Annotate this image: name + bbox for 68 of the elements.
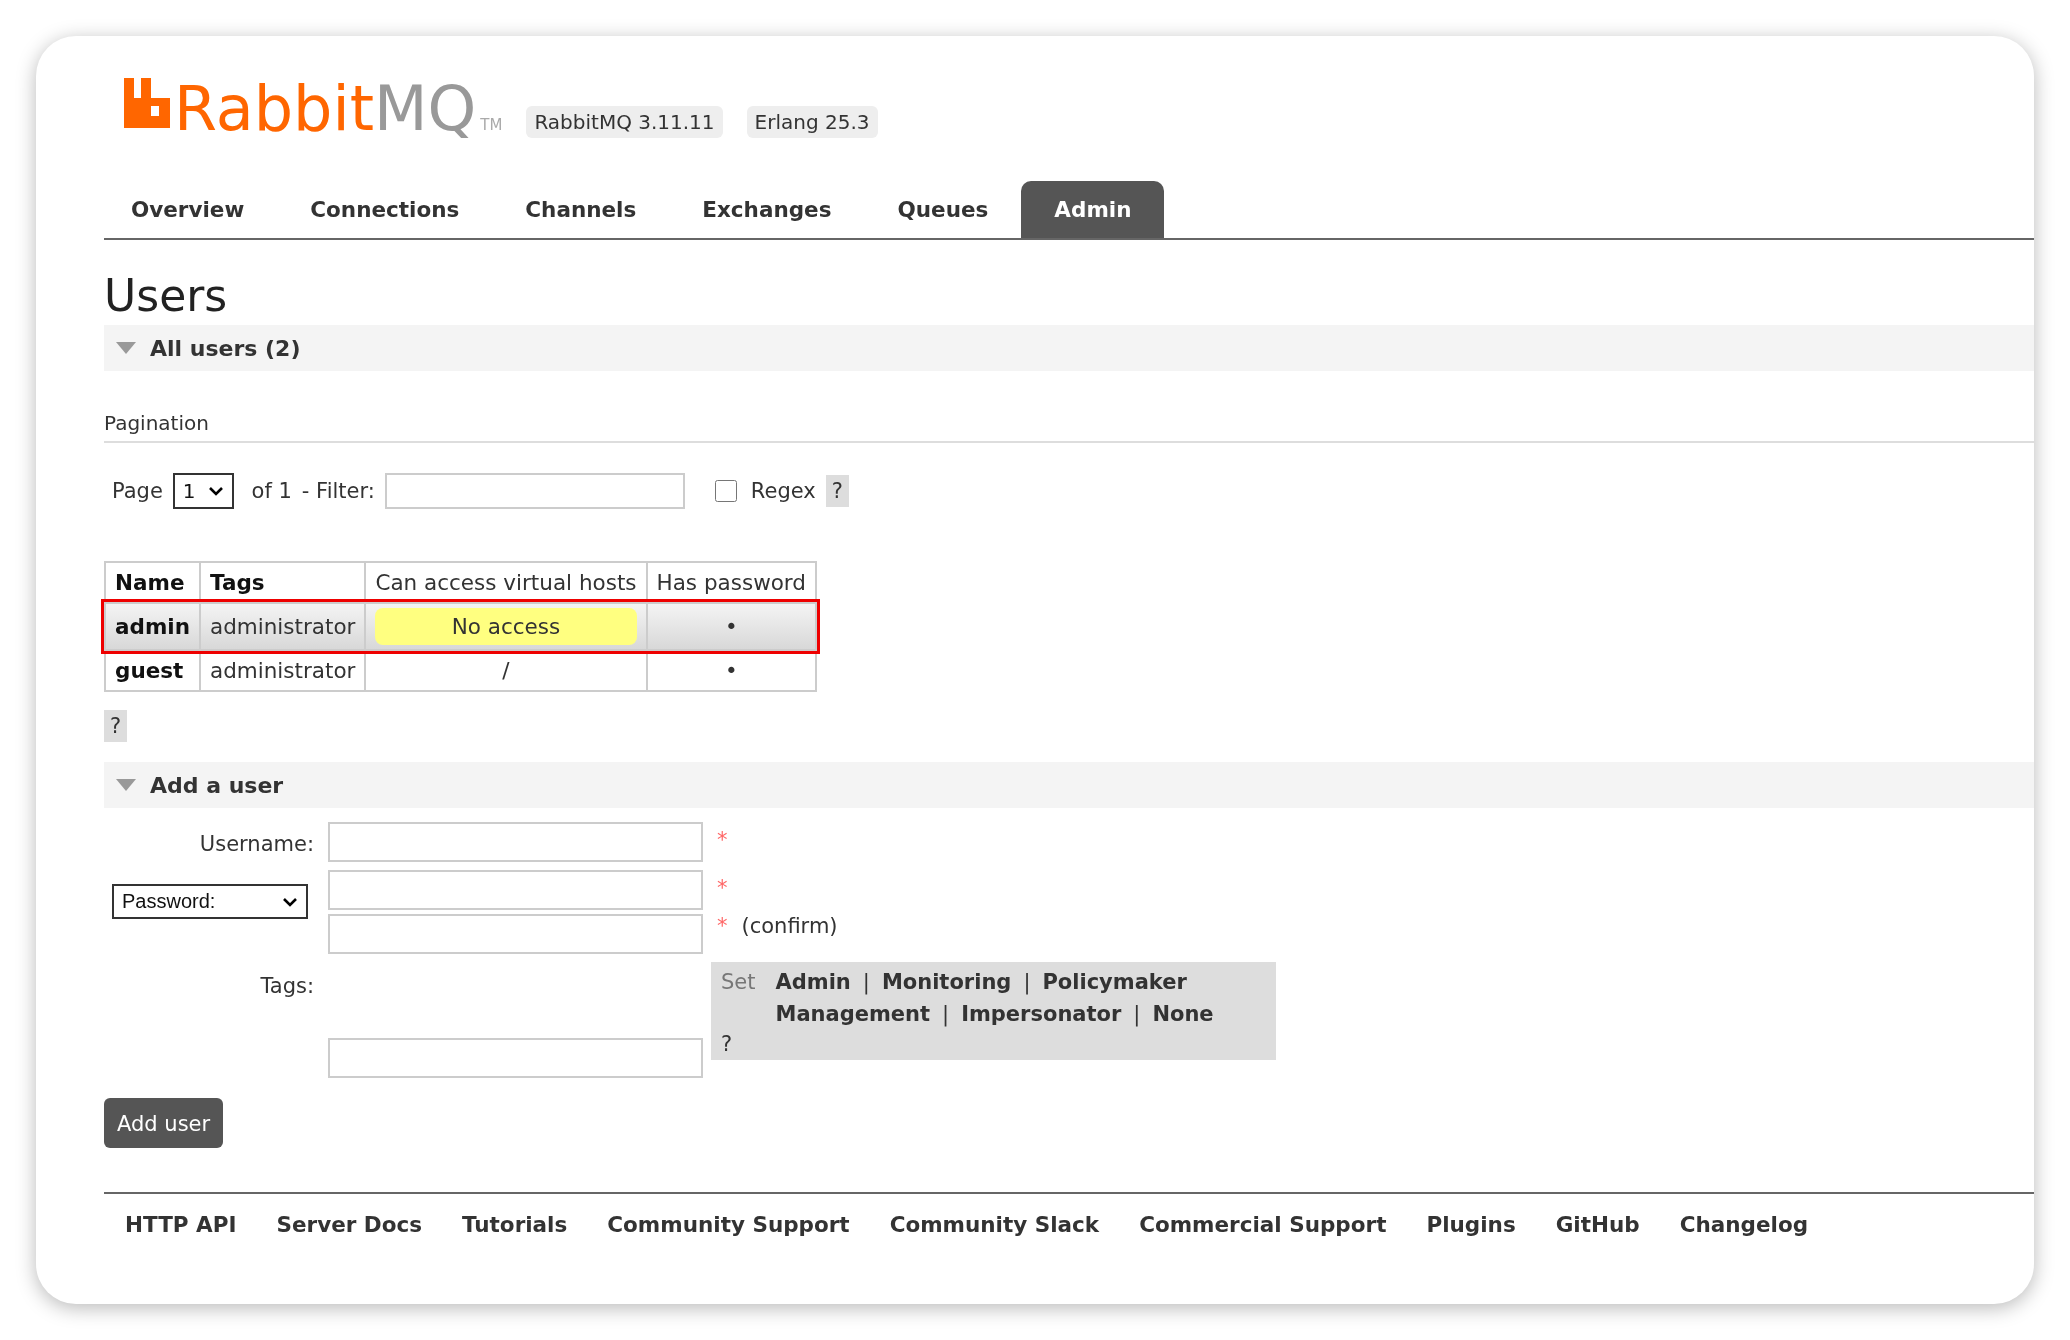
footer-link[interactable]: Community Slack	[889, 1212, 1100, 1237]
tags-cell: administrator	[200, 603, 366, 650]
required-mark: *	[717, 876, 729, 900]
logo-wordmark: Rabbit	[174, 78, 374, 140]
tag-link[interactable]: None	[1152, 1002, 1214, 1026]
footer-link[interactable]: Server Docs	[276, 1212, 422, 1237]
nav-tab[interactable]: Queues	[864, 197, 1022, 238]
nav-tab[interactable]: Channels	[492, 197, 670, 238]
page-label: Page	[112, 479, 163, 503]
version-badge: RabbitMQ 3.11.11	[526, 106, 723, 138]
footer-link[interactable]: Commercial Support	[1139, 1212, 1387, 1237]
separator: |	[862, 970, 870, 994]
section-title: Add a user	[150, 772, 284, 798]
tag-link[interactable]: Policymaker	[1042, 970, 1187, 994]
tag-link[interactable]: Impersonator	[961, 1002, 1122, 1026]
footer-link[interactable]: Changelog	[1679, 1212, 1809, 1237]
page-select[interactable]: 1	[172, 473, 234, 509]
footer-link[interactable]: Community Support	[607, 1212, 850, 1237]
version-badge: Erlang 25.3	[746, 106, 878, 138]
separator: |	[1133, 1002, 1141, 1026]
nav-tab[interactable]: Exchanges	[669, 197, 865, 238]
section-title: All users (2)	[150, 335, 301, 361]
chevron-icon	[282, 896, 298, 907]
help-link[interactable]: ?	[721, 1032, 1264, 1056]
password-cell: •	[646, 603, 816, 650]
regex-label: Regex	[750, 479, 816, 503]
footer-link[interactable]: GitHub	[1555, 1212, 1640, 1237]
nav-tab[interactable]: Connections	[277, 197, 493, 238]
column-header: Name	[105, 562, 200, 603]
tag-link[interactable]: Monitoring	[881, 970, 1012, 994]
section-header[interactable]: Add a user	[104, 762, 2034, 808]
filter-field[interactable]	[384, 473, 685, 509]
separator: |	[1023, 970, 1031, 994]
add-user-button[interactable]: Add user	[104, 1098, 224, 1148]
set-label: Set	[721, 970, 756, 996]
logo-wordmark-suffix: MQ	[373, 78, 477, 140]
page-title: Users	[104, 270, 229, 321]
rabbit-logo-icon	[124, 78, 170, 128]
confirm-note: (confirm)	[741, 914, 838, 938]
tags-label: Tags:	[260, 974, 314, 998]
no-access-badge: No access	[375, 608, 637, 645]
pagination-title: Pagination	[104, 411, 2034, 443]
tag-link[interactable]: Management	[775, 1002, 931, 1026]
trademark-mark: TM	[480, 116, 503, 134]
required-mark: *	[717, 828, 729, 852]
username-field[interactable]	[328, 822, 703, 862]
username-label: Username:	[199, 832, 314, 856]
nav-tab[interactable]: Overview	[104, 197, 278, 238]
confirm-password-field[interactable]	[328, 914, 703, 954]
tags-field[interactable]	[328, 1038, 703, 1078]
column-header: Can access virtual hosts	[365, 562, 647, 603]
help-button[interactable]: ?	[825, 475, 849, 507]
required-mark: *	[717, 914, 728, 938]
help-button[interactable]: ?	[104, 710, 128, 742]
footer-link[interactable]: Tutorials	[462, 1212, 568, 1237]
tag-link[interactable]: Admin	[775, 970, 851, 994]
nav-tab[interactable]: Admin	[1021, 181, 1165, 238]
section-header[interactable]: All users (2)	[104, 325, 2034, 371]
chevron-icon	[207, 486, 224, 496]
user-name-cell[interactable]: admin	[105, 603, 200, 650]
regex-checkbox[interactable]	[714, 480, 737, 502]
footer-link[interactable]: Plugins	[1426, 1212, 1516, 1237]
footer-link[interactable]: HTTP API	[125, 1212, 237, 1237]
separator: |	[942, 1002, 950, 1026]
filter-label: - Filter:	[301, 479, 375, 503]
page-count: of 1	[251, 479, 292, 503]
password-mode-select[interactable]: Password:	[112, 884, 308, 919]
password-field[interactable]	[328, 870, 703, 910]
